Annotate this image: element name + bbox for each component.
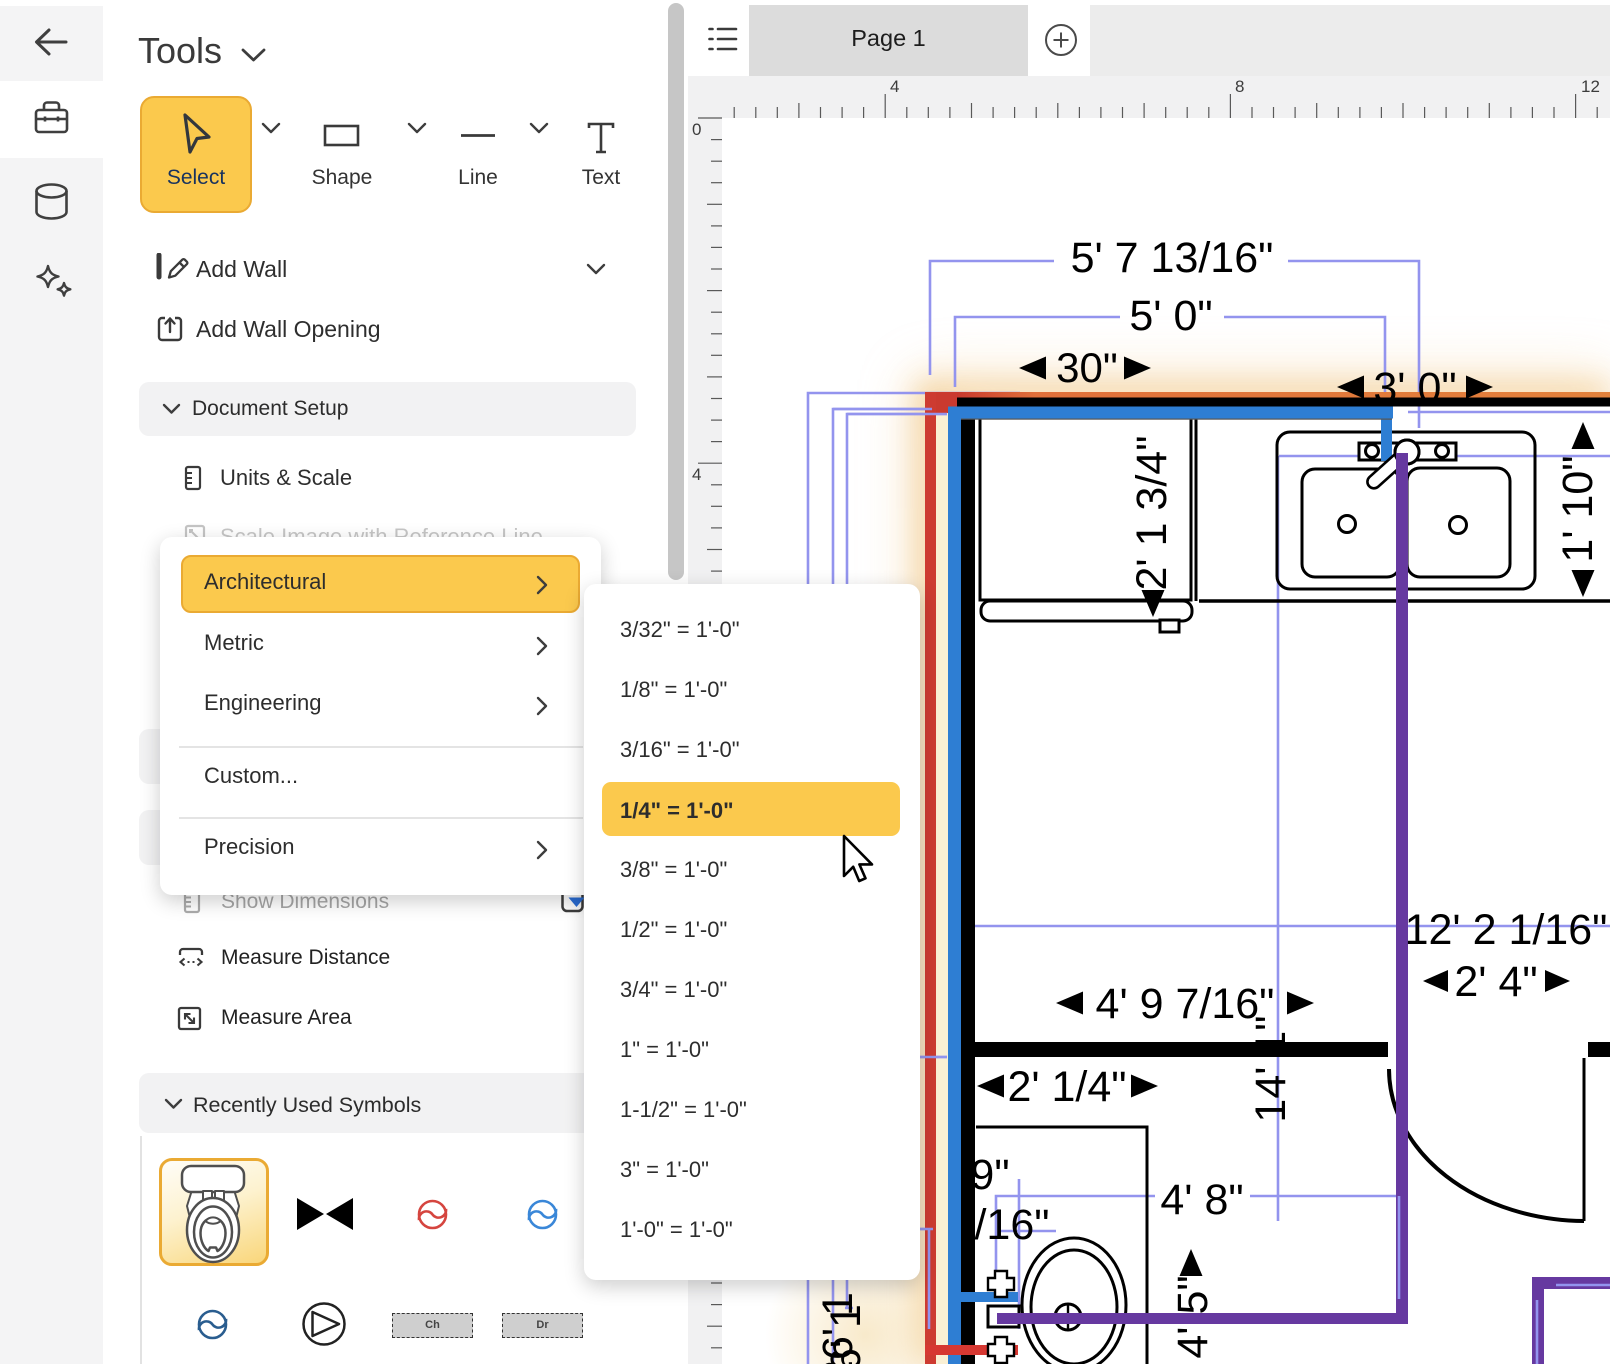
svg-text:5' 7 13/16": 5' 7 13/16" [1071,234,1274,282]
svg-text:4' 8": 4' 8" [1160,1176,1243,1224]
svg-text:4: 4 [692,465,701,484]
svg-text:1' 10": 1' 10" [1554,455,1602,562]
svg-text:0: 0 [692,120,701,139]
svg-text:2' 1/4": 2' 1/4" [1007,1063,1126,1111]
svg-text:2' 1 3/4": 2' 1 3/4" [1128,436,1176,591]
svg-text:8: 8 [1235,77,1244,96]
svg-text:2' 4": 2' 4" [1454,958,1537,1006]
svg-text:9": 9" [970,1151,1009,1199]
svg-text:12: 12 [1581,77,1600,96]
svg-text:12' 2 1/16": 12' 2 1/16" [1405,906,1608,954]
svg-text:/16": /16" [974,1201,1049,1249]
svg-text:4: 4 [890,77,899,96]
svg-text:26' 1: 26' 1 [822,1304,870,1364]
svg-text:4' 5": 4' 5" [1169,1275,1217,1358]
svg-text:30": 30" [1056,344,1118,391]
svg-text:5' 0": 5' 0" [1129,292,1212,340]
svg-text:3' 0": 3' 0" [1373,364,1456,412]
svg-text:14' 1": 14' 1" [1247,1015,1295,1122]
